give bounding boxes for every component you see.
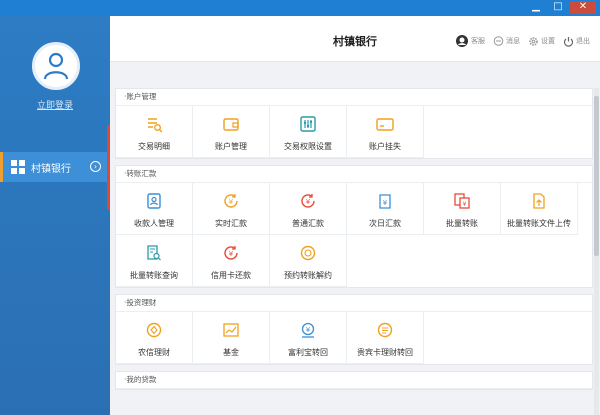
sidebar-active-indicator (107, 125, 110, 210)
tile-label: 账户挂失 (369, 142, 401, 151)
svg-text:¥: ¥ (306, 198, 311, 206)
chart-icon (223, 323, 239, 337)
messages-label: 消息 (506, 37, 520, 45)
chevron-right-icon: › (90, 161, 101, 172)
tile-label: 普通汇款 (292, 219, 324, 228)
tile-label: 批量转账查询 (130, 271, 178, 280)
tile-label: 富利宝转回 (288, 348, 328, 357)
svg-text:¥: ¥ (229, 198, 234, 206)
tile-label: 账户管理 (215, 142, 247, 151)
tile-batch-transfer-query[interactable]: 批量转账查询 (116, 235, 193, 287)
tile-transaction-permissions[interactable]: 交易权限设置 (270, 106, 347, 158)
batch-transfer-icon: ¥ (454, 193, 470, 209)
tile-fulibao-return[interactable]: ¥ 富利宝转回 (270, 312, 347, 364)
logout-button[interactable]: 退出 (563, 36, 590, 47)
tile-label: 贵宾卡理财转回 (357, 348, 413, 357)
tile-scheduled-transfer-cancel[interactable]: 预约转账解约 (270, 235, 347, 287)
yuan-calendar-icon: ¥ (379, 194, 391, 209)
svg-text:¥: ¥ (306, 326, 311, 334)
tile-batch-file-upload[interactable]: 批量转账文件上传 (501, 183, 578, 235)
section-investment: ·投资理财 农信理财 基金 ¥ 富利宝转回 贵宾卡理财转回 (115, 294, 593, 365)
credit-refresh-icon: ¥ (224, 246, 238, 260)
logout-label: 退出 (576, 37, 590, 45)
header-actions: 客服 消息 设置 退出 (455, 34, 590, 48)
tile-vip-card-return[interactable]: 贵宾卡理财转回 (347, 312, 424, 364)
section-title: ·账户管理 (116, 89, 592, 106)
tile-next-day-remittance[interactable]: ¥ 次日汇款 (347, 183, 424, 235)
section-my-loans: ·我的贷款 (115, 371, 593, 390)
tile-account-management[interactable]: 账户管理 (193, 106, 270, 158)
sliders-icon (300, 116, 316, 132)
section-title: ·转账汇款 (116, 166, 592, 183)
gear-icon (529, 36, 538, 46)
customer-service-label: 客服 (471, 37, 485, 45)
settings-label: 设置 (541, 37, 555, 45)
tile-normal-remittance[interactable]: ¥ 普通汇款 (270, 183, 347, 235)
grid-icon (11, 160, 25, 174)
tile-label: 交易明细 (138, 142, 170, 151)
sidebar-item-village-bank[interactable]: 村镇银行 › (3, 152, 107, 182)
vip-list-icon (377, 322, 393, 338)
tile-credit-card-repayment[interactable]: ¥ 信用卡还款 (193, 235, 270, 287)
tile-label: 批量转账 (446, 219, 478, 228)
chat-icon (493, 35, 504, 46)
svg-text:¥: ¥ (463, 201, 467, 208)
tile-grid: 交易明细 账户管理 交易权限设置 账户挂失 (116, 106, 592, 158)
tile-label: 交易权限设置 (284, 142, 332, 151)
section-title: ·我的贷款 (116, 372, 592, 389)
tile-label: 信用卡还款 (211, 271, 251, 280)
file-upload-icon (533, 193, 545, 209)
user-icon (43, 52, 69, 80)
yuan-return-icon: ¥ (301, 322, 315, 338)
main-content: ·账户管理 交易明细 账户管理 交易权限设置 账户挂失 ·转账汇款 收款人管理 … (115, 88, 593, 415)
diamond-coin-icon (146, 322, 162, 338)
section-title: ·投资理财 (116, 295, 592, 312)
header: 村镇银行 客服 消息 设置 退出 (110, 16, 600, 62)
maximize-button[interactable]: □ (548, 1, 568, 14)
login-link[interactable]: 立即登录 (0, 98, 110, 111)
tile-label: 实时汇款 (215, 219, 247, 228)
power-icon (563, 36, 574, 47)
card-lock-icon (376, 118, 394, 131)
tile-label: 批量转账文件上传 (507, 219, 571, 228)
minimize-button[interactable]: ▁ (526, 1, 546, 14)
wallet-icon (223, 118, 239, 131)
svg-text:¥: ¥ (229, 250, 234, 258)
close-button[interactable]: ✕ (570, 1, 596, 14)
tile-label: 预约转账解约 (284, 271, 332, 280)
list-search-icon (148, 118, 163, 133)
tile-report-loss[interactable]: 账户挂失 (347, 106, 424, 158)
yuan-coin-icon: ¥ (301, 194, 315, 208)
sidebar-item-label: 村镇银行 (31, 163, 71, 175)
messages-button[interactable]: 消息 (493, 35, 520, 47)
doc-search-icon (147, 245, 161, 261)
schedule-coin-icon (300, 245, 316, 261)
tile-label: 基金 (223, 348, 239, 357)
tile-payee-management[interactable]: 收款人管理 (116, 183, 193, 235)
tile-fund[interactable]: 基金 (193, 312, 270, 364)
tile-realtime-remittance[interactable]: ¥ 实时汇款 (193, 183, 270, 235)
tile-transaction-details[interactable]: 交易明细 (116, 106, 193, 158)
section-account-management: ·账户管理 交易明细 账户管理 交易权限设置 账户挂失 (115, 88, 593, 159)
section-transfer-remittance: ·转账汇款 收款人管理 ¥ 实时汇款 ¥ 普通汇款 ¥ 次日汇款 ¥ 批量转账 (115, 165, 593, 288)
sidebar: 立即登录 (0, 16, 110, 415)
content-scrollbar[interactable] (594, 88, 599, 415)
tile-label: 次日汇款 (369, 219, 401, 228)
tile-label: 收款人管理 (134, 219, 174, 228)
headset-icon (456, 35, 468, 47)
avatar[interactable] (32, 42, 80, 90)
customer-service-button[interactable]: 客服 (455, 34, 485, 48)
yuan-refresh-icon: ¥ (224, 194, 238, 208)
tile-grid: 收款人管理 ¥ 实时汇款 ¥ 普通汇款 ¥ 次日汇款 ¥ 批量转账 批量转账文件… (116, 183, 592, 287)
settings-button[interactable]: 设置 (528, 36, 555, 47)
svg-text:¥: ¥ (383, 199, 388, 207)
tile-batch-transfer[interactable]: ¥ 批量转账 (424, 183, 501, 235)
window-controls: ▁ □ ✕ (526, 1, 596, 15)
tile-rural-credit-wealth[interactable]: 农信理财 (116, 312, 193, 364)
tile-label: 农信理财 (138, 348, 170, 357)
scrollbar-thumb[interactable] (594, 96, 599, 256)
window-titlebar: ▁ □ ✕ (0, 0, 600, 16)
tile-grid: 农信理财 基金 ¥ 富利宝转回 贵宾卡理财转回 (116, 312, 592, 364)
contact-icon (147, 193, 161, 209)
